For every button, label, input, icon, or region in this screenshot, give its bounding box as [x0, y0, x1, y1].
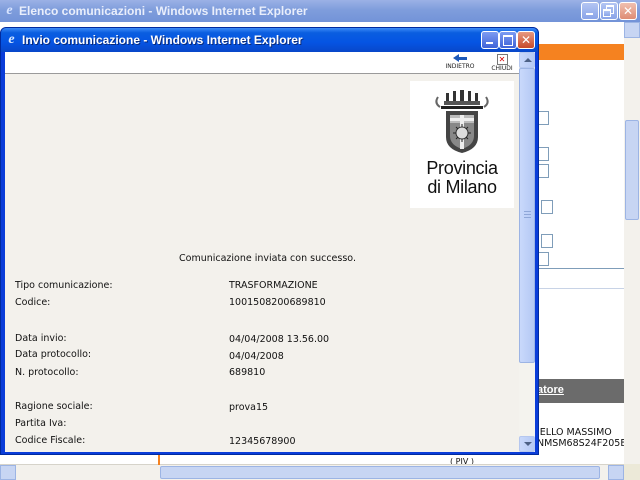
- outer-vertical-scrollbar[interactable]: [624, 22, 640, 465]
- value-data-invio: 04/04/2008 13.56.00: [229, 334, 330, 345]
- value-codice-fiscale: 12345678900: [229, 436, 296, 447]
- logo-line-2: di Milano: [427, 177, 497, 197]
- outer-titlebar[interactable]: e Elenco comunicazioni - Windows Interne…: [0, 0, 640, 22]
- popup-vertical-scrollbar[interactable]: [519, 52, 535, 452]
- provincia-logo: Provincia di Milano: [410, 81, 514, 208]
- ie-icon: e: [6, 3, 13, 18]
- scroll-up-button[interactable]: [519, 52, 535, 68]
- outer-scroll-left-button[interactable]: [0, 465, 16, 480]
- outer-divider: [536, 288, 624, 289]
- page-body: Provincia di Milano Comunicazione inviat…: [5, 74, 519, 452]
- chevron-down-icon: [524, 442, 532, 446]
- ie-icon: e: [8, 32, 15, 47]
- label-codice-fiscale: Codice Fiscale:: [15, 435, 86, 446]
- label-ragione-sociale: Ragione sociale:: [15, 401, 93, 412]
- outer-horizontal-scroll-thumb[interactable]: [160, 466, 600, 479]
- value-n-protocollo: 689810: [229, 367, 266, 378]
- label-data-protocollo: Data protocollo:: [15, 349, 92, 360]
- outer-table-header-link[interactable]: atore: [537, 384, 564, 396]
- close-page-button[interactable]: ✕ CHIUDI: [486, 54, 518, 72]
- popup-content-area: INDIETRO ✕ CHIUDI Provincia di Milano Co…: [5, 52, 535, 452]
- chevron-up-icon: [524, 58, 532, 62]
- back-arrow-icon: [453, 54, 467, 63]
- label-codice: Codice:: [15, 297, 51, 308]
- label-partita-iva: Partita Iva:: [15, 418, 67, 429]
- outer-scroll-right-button[interactable]: [608, 465, 624, 480]
- outer-input[interactable]: [541, 234, 553, 248]
- popup-titlebar[interactable]: e Invio comunicazione - Windows Internet…: [1, 28, 538, 52]
- outer-input[interactable]: [541, 200, 553, 214]
- back-button[interactable]: INDIETRO: [442, 54, 478, 70]
- outer-restore-button[interactable]: [600, 2, 618, 20]
- logo-line-1: Provincia: [426, 158, 498, 178]
- label-n-protocollo: N. protocollo:: [15, 367, 79, 378]
- outer-orange-marker: [158, 455, 160, 465]
- value-tipo-comunicazione: TRASFORMAZIONE: [229, 280, 318, 291]
- outer-close-button[interactable]: ✕: [619, 2, 637, 20]
- value-ragione-sociale: prova15: [229, 402, 269, 413]
- popup-ie-window: e Invio comunicazione - Windows Internet…: [0, 27, 539, 455]
- outer-vertical-scroll-thumb[interactable]: [625, 120, 639, 220]
- page-toolbar: INDIETRO ✕ CHIUDI: [5, 52, 519, 74]
- label-tipo-comunicazione: Tipo comunicazione:: [15, 280, 113, 291]
- scroll-down-button[interactable]: [519, 436, 535, 452]
- outer-cell-name: IELLO MASSIMO: [537, 427, 612, 438]
- popup-close-button[interactable]: ✕: [517, 31, 535, 49]
- popup-minimize-button[interactable]: [481, 31, 499, 49]
- outer-scroll-corner: [624, 464, 640, 480]
- value-codice: 1001508200689810: [229, 297, 326, 308]
- label-data-invio: Data invio:: [15, 333, 67, 344]
- logo-text: Provincia di Milano: [410, 159, 514, 197]
- outer-minimize-button[interactable]: [581, 2, 599, 20]
- back-label: INDIETRO: [445, 63, 475, 70]
- coat-of-arms-icon: [435, 90, 489, 153]
- outer-window-title: Elenco comunicazioni - Windows Internet …: [19, 4, 308, 18]
- popup-window-title: Invio comunicazione - Windows Internet E…: [22, 33, 303, 47]
- outer-scroll-up-button[interactable]: [624, 22, 640, 38]
- value-data-protocollo: 04/04/2008: [229, 351, 284, 362]
- outer-divider: [536, 268, 624, 269]
- popup-maximize-button[interactable]: [499, 31, 517, 49]
- close-label: CHIUDI: [491, 65, 513, 72]
- success-message: Comunicazione inviata con successo.: [179, 253, 356, 264]
- vertical-scroll-thumb[interactable]: [519, 68, 535, 363]
- outer-orange-header: [536, 44, 624, 60]
- close-icon: ✕: [496, 54, 508, 65]
- outer-cell-code: NMSM68S24F205E: [537, 438, 627, 449]
